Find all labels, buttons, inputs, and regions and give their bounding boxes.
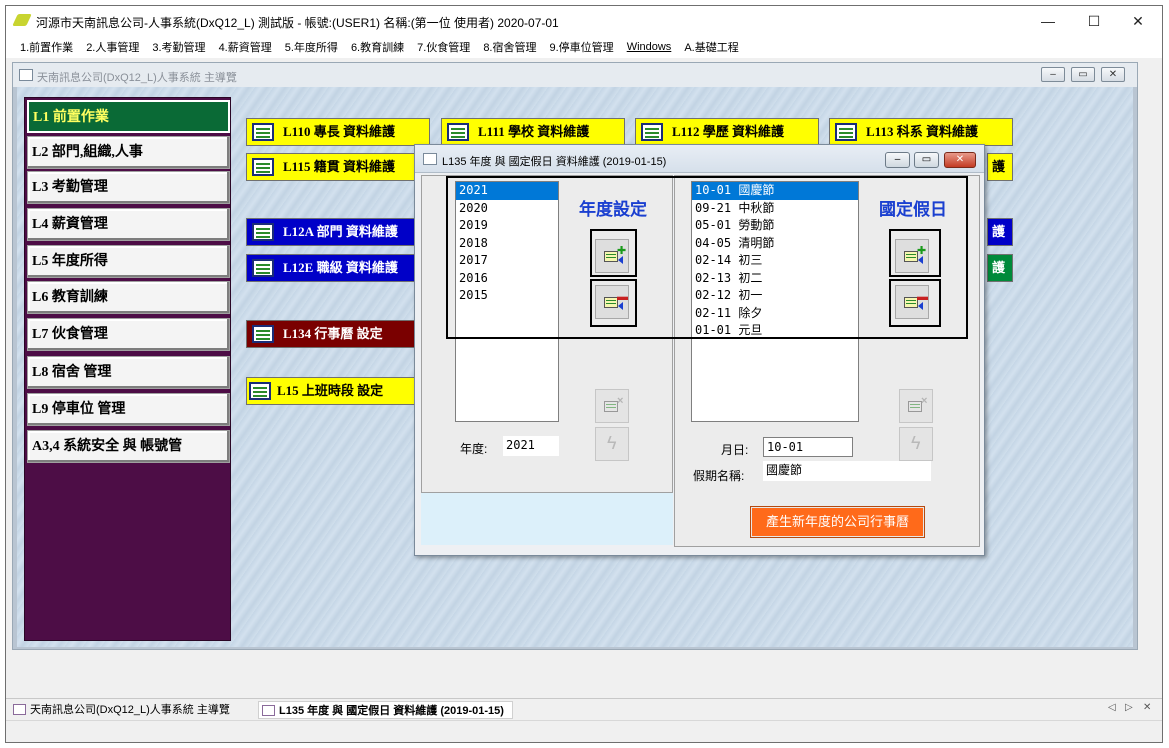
data-form-icon (252, 325, 274, 343)
nav-item-a34-security[interactable]: A3,4 系統安全 與 帳號管 (27, 430, 230, 463)
tile-l113-major[interactable]: L113 科系 資料維護 (829, 118, 1013, 146)
form-icon (13, 704, 26, 715)
data-form-icon (249, 382, 271, 400)
dialog-title: L135 年度 與 國定假日 資料維護 (2019-01-15) (442, 156, 667, 168)
form-icon (19, 69, 33, 81)
main-window-minimize-button[interactable]: – (1041, 67, 1065, 82)
dialog-minimize-button[interactable]: – (885, 152, 910, 168)
tile-l15-shift[interactable]: L15 上班時段 設定 (246, 377, 430, 405)
tile-l115-origin[interactable]: L115 籍貫 資料維護 (246, 153, 430, 181)
holiday-name-label: 假期名稱: (693, 469, 745, 483)
data-form-icon (447, 123, 469, 141)
tile-l12a-department[interactable]: L12A 部門 資料維護 (246, 218, 430, 246)
highlight-box (889, 279, 941, 327)
tile-l134-calendar[interactable]: L134 行事曆 設定 (246, 320, 430, 348)
year-label: 年度: (460, 442, 488, 456)
window-title: 河源市天南訊息公司-人事系統(DxQ12_L) 測試版 - 帳號:(USER1)… (36, 16, 559, 30)
x-icon: × (921, 395, 928, 407)
data-form-icon (835, 123, 857, 141)
tile-l112-education[interactable]: L112 學歷 資料維護 (635, 118, 819, 146)
tile-l12e-rank[interactable]: L12E 職級 資料維護 (246, 254, 430, 282)
data-form-icon (252, 158, 274, 176)
tile-hidden-blue-right[interactable]: 護 (987, 218, 1013, 246)
highlight-box (590, 279, 637, 327)
mdi-task-bar: 天南訊息公司(DxQ12_L)人事系統 主導覽 L135 年度 與 國定假日 資… (6, 698, 1162, 720)
data-form-icon (252, 123, 274, 141)
app-logo-icon (12, 14, 32, 26)
year-field[interactable]: 2021 (503, 436, 559, 456)
nav-item-l8-dormitory[interactable]: L8 宿舍 管理 (27, 356, 230, 389)
l135-year-holiday-dialog: L135 年度 與 國定假日 資料維護 (2019-01-15) – ▭ ✕ 2… (414, 144, 985, 556)
year-panel-footer (421, 493, 673, 545)
data-form-icon (604, 401, 618, 412)
task-next-arrow[interactable]: ▷ (1125, 702, 1133, 713)
nav-item-l1-prep[interactable]: L1 前置作業 (27, 100, 230, 133)
holiday-action-button[interactable]: ϟ (899, 427, 933, 461)
task-close-icon[interactable]: ✕ (1143, 702, 1151, 713)
generate-calendar-button[interactable]: 產生新年度的公司行事曆 (750, 506, 925, 538)
menu-item-base-engineering[interactable]: A.基礎工程 (684, 39, 738, 55)
dialog-close-button[interactable]: ✕ (944, 152, 976, 168)
nav-item-l5-annual-income[interactable]: L5 年度所得 (27, 245, 230, 278)
close-button[interactable]: ✕ (1116, 10, 1160, 32)
dialog-maximize-button[interactable]: ▭ (914, 152, 939, 168)
minimize-button[interactable]: — (1026, 10, 1070, 32)
data-form-icon (252, 259, 274, 277)
task-main-navigation[interactable]: 天南訊息公司(DxQ12_L)人事系統 主導覽 (10, 701, 230, 719)
menu-item-training[interactable]: 6.教育訓練 (351, 39, 404, 55)
data-form-icon (252, 223, 274, 241)
lightning-icon: ϟ (607, 433, 617, 453)
form-icon (262, 705, 275, 716)
maximize-button[interactable]: ☐ (1072, 10, 1116, 32)
x-icon: × (617, 395, 624, 407)
menu-item-dormitory[interactable]: 8.宿舍管理 (483, 39, 536, 55)
menu-item-meals[interactable]: 7.伙食管理 (417, 39, 470, 55)
data-form-icon (908, 401, 922, 412)
nav-item-l3-attendance[interactable]: L3 考勤管理 (27, 171, 230, 204)
nav-item-l6-training[interactable]: L6 教育訓練 (27, 281, 230, 314)
title-bar: 河源市天南訊息公司-人事系統(DxQ12_L) 測試版 - 帳號:(USER1)… (6, 6, 1162, 36)
holiday-name-input[interactable]: 國慶節 (763, 461, 931, 481)
menu-item-parking[interactable]: 9.停車位管理 (550, 39, 614, 55)
highlight-box (889, 229, 941, 277)
delete-year-button[interactable]: × (595, 389, 629, 423)
main-window-close-button[interactable]: ✕ (1101, 67, 1125, 82)
data-form-icon (641, 123, 663, 141)
task-l135-dialog[interactable]: L135 年度 與 國定假日 資料維護 (2019-01-15) (258, 701, 513, 719)
menu-item-salary[interactable]: 4.薪資管理 (219, 39, 272, 55)
menu-item-annual-income[interactable]: 5.年度所得 (285, 39, 338, 55)
tile-hidden-right[interactable]: 護 (987, 153, 1013, 181)
task-prev-arrow[interactable]: ◁ (1108, 702, 1116, 713)
nav-item-l7-meals[interactable]: L7 伙食管理 (27, 318, 230, 351)
menu-item-windows[interactable]: Windows (627, 41, 672, 53)
main-window-maximize-button[interactable]: ▭ (1071, 67, 1095, 82)
dialog-caption: L135 年度 與 國定假日 資料維護 (2019-01-15) – ▭ ✕ (415, 145, 984, 173)
status-bar (6, 720, 1162, 742)
nav-item-l4-salary[interactable]: L4 薪資管理 (27, 208, 230, 241)
tile-l110-specialty[interactable]: L110 專長 資料維護 (246, 118, 430, 146)
delete-holiday-button[interactable]: × (899, 389, 933, 423)
menu-bar: 1.前置作業 2.人事管理 3.考勤管理 4.薪資管理 5.年度所得 6.教育訓… (6, 36, 1162, 58)
menu-item-personnel[interactable]: 2.人事管理 (86, 39, 139, 55)
main-window-title: 天南訊息公司(DxQ12_L)人事系統 主導覽 (37, 72, 237, 84)
month-day-input[interactable]: 10-01 (763, 437, 853, 457)
menu-item-prep[interactable]: 1.前置作業 (20, 39, 73, 55)
form-icon (423, 153, 437, 165)
highlight-box (590, 229, 637, 277)
left-navigation: L1 前置作業 L2 部門,組織,人事 L3 考勤管理 L4 薪資管理 L5 年… (24, 97, 231, 641)
tile-hidden-green-right[interactable]: 護 (987, 254, 1013, 282)
month-day-label: 月日: (721, 443, 749, 457)
tile-l111-school[interactable]: L111 學校 資料維護 (441, 118, 625, 146)
menu-item-attendance[interactable]: 3.考勤管理 (152, 39, 205, 55)
main-window-caption: 天南訊息公司(DxQ12_L)人事系統 主導覽 – ▭ ✕ (13, 63, 1137, 87)
nav-item-l9-parking[interactable]: L9 停車位 管理 (27, 393, 230, 426)
year-action-button[interactable]: ϟ (595, 427, 629, 461)
nav-item-l2-department[interactable]: L2 部門,組織,人事 (27, 136, 230, 169)
lightning-icon: ϟ (911, 433, 921, 453)
